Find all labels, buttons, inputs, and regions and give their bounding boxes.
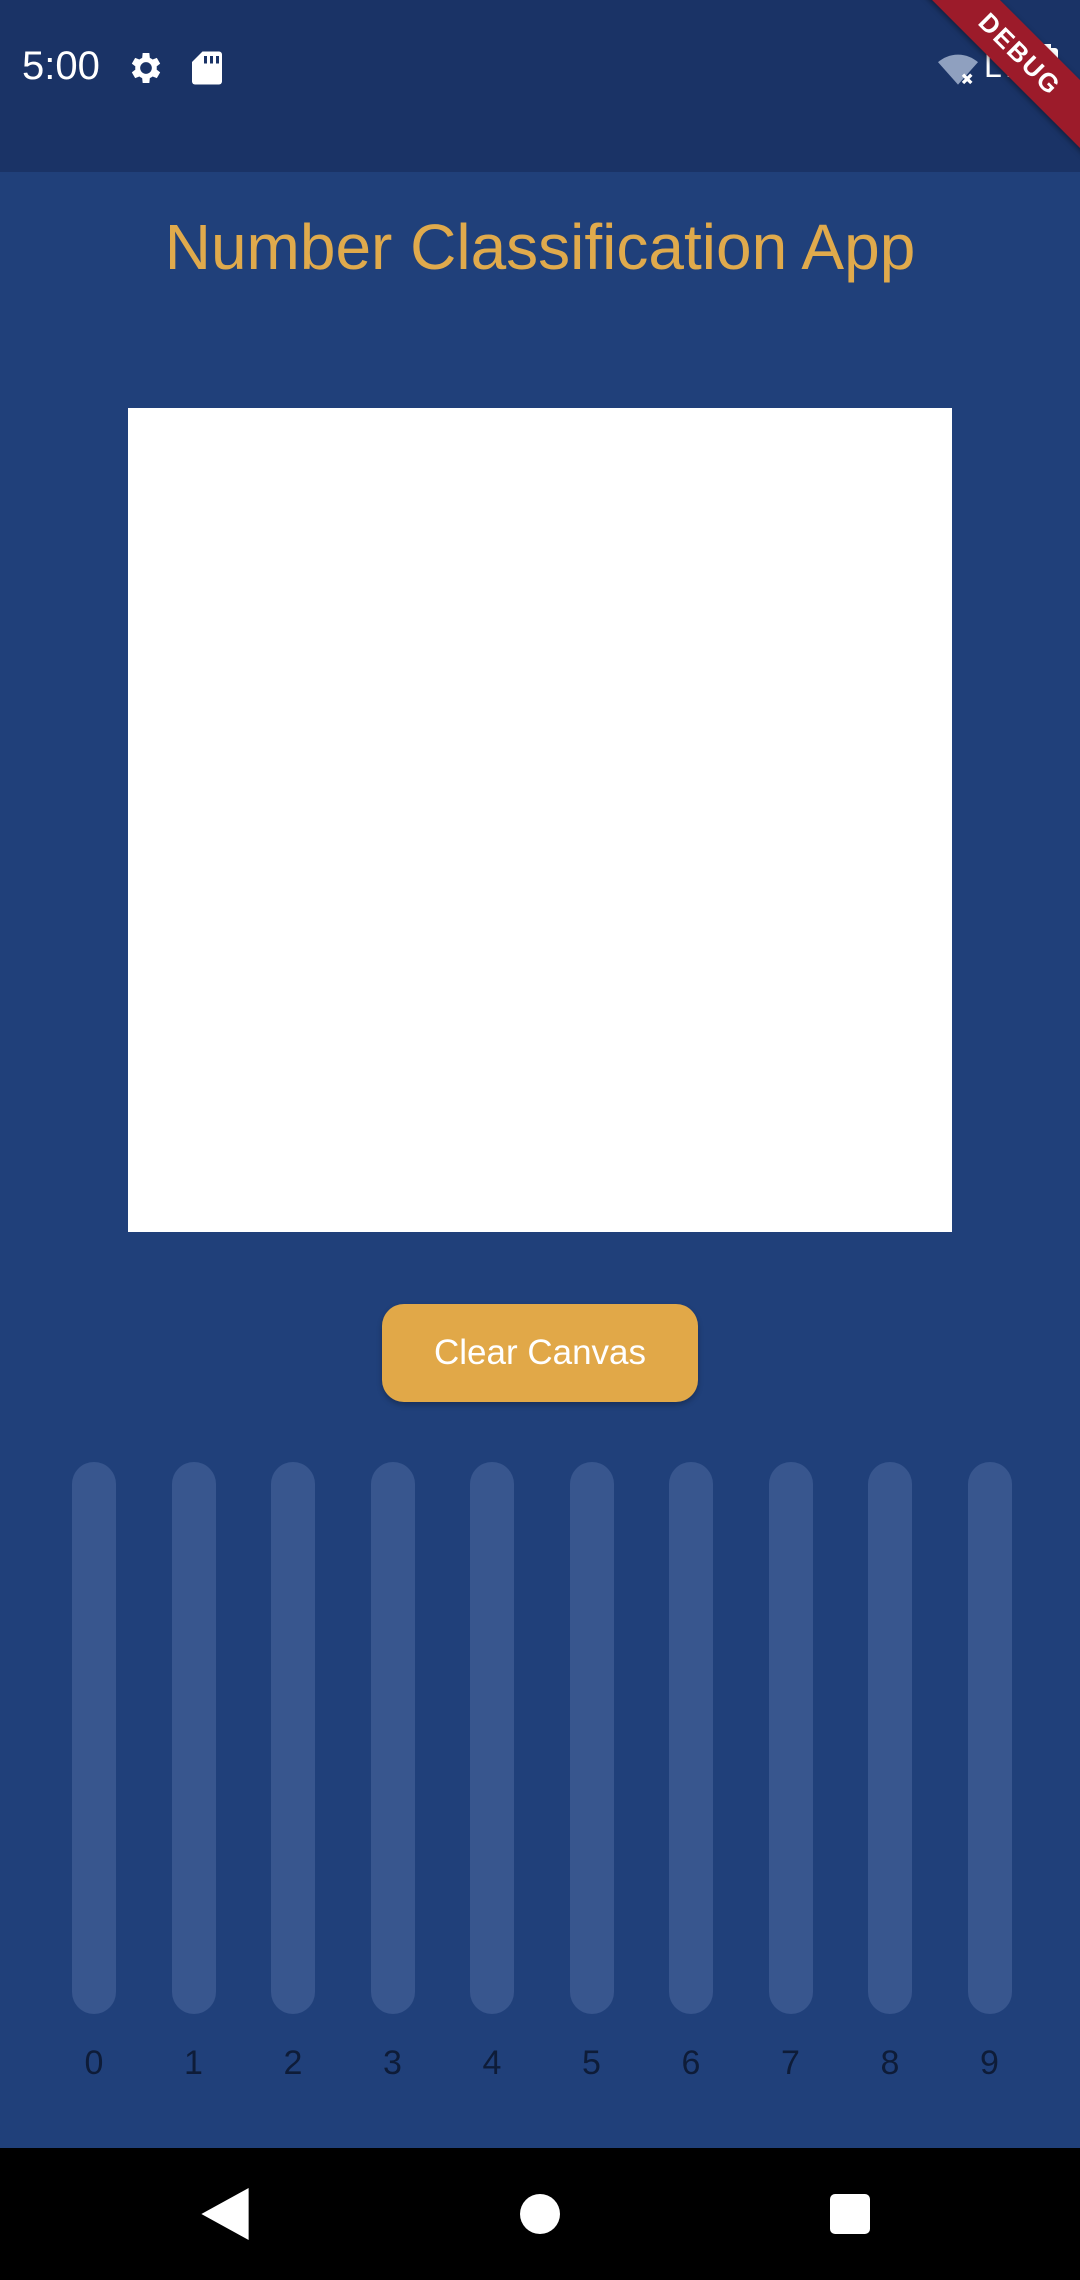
digit-label: 8: [880, 2044, 900, 2082]
app-screen: 5:00 LTE DEBUG Number Classification App…: [0, 0, 1080, 2280]
sd-card-icon: [192, 51, 222, 85]
digit-label: 6: [681, 2044, 701, 2082]
clear-canvas-button[interactable]: Clear Canvas: [382, 1304, 698, 1402]
page-title: Number Classification App: [164, 211, 916, 283]
status-bar: 5:00 LTE DEBUG: [0, 0, 1080, 172]
digit-label: 9: [980, 2044, 999, 2082]
gear-icon: [131, 53, 161, 83]
prediction-bars: [0, 1462, 1080, 2022]
digit-label: 4: [482, 2044, 502, 2082]
prediction-bar: [868, 1462, 912, 2014]
drawing-canvas[interactable]: [128, 408, 952, 1232]
digit-label: 3: [383, 2044, 402, 2082]
digit-label: 1: [184, 2044, 203, 2082]
recents-icon[interactable]: [830, 2194, 870, 2234]
prediction-bar: [669, 1462, 713, 2014]
prediction-bar: [470, 1462, 514, 2014]
digit-label: 5: [582, 2044, 601, 2082]
digit-label: 2: [283, 2044, 303, 2082]
digit-label: 7: [781, 2044, 800, 2082]
prediction-bar: [569, 1462, 614, 2014]
digit-label: 0: [84, 2044, 104, 2082]
wifi-off-icon: [938, 54, 978, 85]
back-icon[interactable]: [200, 2188, 250, 2240]
status-time: 5:00: [22, 44, 100, 88]
prediction-bar: [370, 1462, 415, 2014]
prediction-bar: [768, 1462, 813, 2014]
prediction-bar: [72, 1462, 116, 2014]
prediction-bar: [967, 1462, 1012, 2014]
home-icon[interactable]: [520, 2194, 560, 2234]
prediction-bar: [271, 1462, 315, 2014]
prediction-bar: [171, 1462, 216, 2014]
